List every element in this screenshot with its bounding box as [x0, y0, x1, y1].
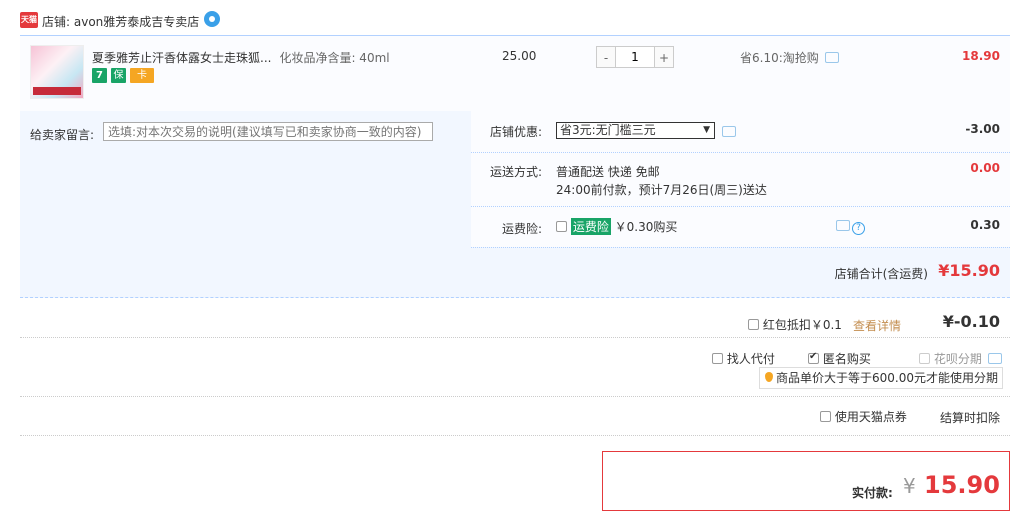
quantity-decrease-button[interactable]: - [596, 46, 616, 68]
seven-day-return-icon: 7 [92, 68, 107, 83]
item-discount-text: 省6.10:淘抢购 [740, 51, 819, 65]
order-options: 给卖家留言: 店铺优惠: 省3元:无门槛三元 ▼ -3.00 运送方式: 普通配… [20, 111, 1010, 298]
huabei-tip: 商品单价大于等于600.00元才能使用分期 [759, 367, 1003, 389]
huabei-label: 花呗分期 [933, 352, 982, 366]
red-packet-amount: ¥-0.10 [942, 312, 1000, 331]
message-icon[interactable] [987, 353, 1002, 364]
insurance-price: ￥0.30购买 [614, 220, 678, 234]
tmall-points-note: 结算时扣除 [940, 411, 1001, 425]
unit-price: 25.00 [502, 49, 537, 63]
red-packet-label: 红包抵扣￥0.1 [762, 318, 842, 332]
divider [471, 152, 1010, 153]
item-discount: 省6.10:淘抢购 [740, 49, 839, 66]
card-payment-icon: 卡 [130, 68, 154, 83]
order-options-right [471, 111, 1010, 247]
anonymous-option: 匿名购买 [808, 350, 871, 367]
help-icon[interactable]: ? [852, 222, 865, 235]
shop-promo-label: 店铺优惠: [489, 125, 542, 139]
product-spec: 化妆品净含量: 40ml [279, 51, 390, 65]
seller-memo-input[interactable] [103, 122, 433, 141]
chevron-down-icon: ▼ [703, 125, 710, 135]
tmall-badge-icon: 天猫 [20, 12, 38, 28]
product-title-area: 夏季雅芳止汗香体露女士走珠狐... 化妆品净含量: 40ml [92, 49, 390, 66]
wangwang-chat-icon[interactable] [204, 11, 220, 27]
shop-promo-amount: -3.00 [965, 122, 1000, 136]
shop-total-amount: ¥15.90 [938, 261, 1000, 280]
product-thumbnail[interactable] [30, 45, 84, 99]
payment-amount: 15.90 [924, 471, 1000, 499]
shop-promo-selected: 省3元:无门槛三元 [560, 123, 656, 137]
insurance-checkbox[interactable] [556, 221, 567, 232]
proxy-pay-checkbox[interactable] [712, 353, 723, 364]
insurance-tag: 运费险 [570, 218, 611, 235]
shop-name-link[interactable]: avon雅芳泰成吉专卖店 [74, 15, 199, 29]
proxy-pay-label: 找人代付 [726, 352, 775, 366]
insurance-option: 运费险 ￥0.30购买 [556, 218, 677, 235]
seller-memo-label: 给卖家留言: [30, 128, 95, 142]
shop-header: 店铺: avon雅芳泰成吉专卖店 [42, 13, 199, 30]
red-packet-option: 红包抵扣￥0.1 [748, 316, 842, 333]
message-icon[interactable] [722, 126, 736, 137]
shipping-amount: 0.00 [970, 161, 1000, 175]
insurance-help: ? [836, 219, 865, 235]
message-icon[interactable] [824, 52, 839, 63]
anonymous-checkbox[interactable] [808, 351, 819, 364]
shop-total-label: 店铺合计(含运费) [834, 267, 928, 281]
order-item-row: 夏季雅芳止汗香体露女士走珠狐... 化妆品净含量: 40ml 7 保 卡 25.0… [20, 35, 1010, 111]
quantity-stepper: - + [596, 46, 674, 68]
divider [20, 337, 1010, 338]
quantity-increase-button[interactable]: + [654, 46, 674, 68]
shop-label: 店铺: [42, 15, 71, 29]
item-subtotal: 18.90 [962, 49, 1000, 63]
divider [471, 247, 1010, 248]
shipping-method: 普通配送 快递 免邮 [556, 165, 660, 179]
huabei-checkbox[interactable] [919, 353, 930, 364]
red-packet-checkbox[interactable] [748, 319, 759, 330]
divider [20, 435, 1010, 436]
tmall-points-label: 使用天猫点券 [834, 410, 907, 424]
product-title-link[interactable]: 夏季雅芳止汗香体露女士走珠狐... [92, 51, 271, 65]
shipping-label: 运送方式: [489, 165, 542, 179]
message-icon[interactable] [836, 220, 850, 231]
tmall-points-checkbox[interactable] [820, 411, 831, 422]
divider [20, 396, 1010, 397]
tmall-points-option: 使用天猫点券 [820, 408, 907, 425]
currency-symbol: ¥ [903, 474, 916, 498]
guarantee-icon: 保 [111, 68, 126, 83]
insurance-label: 运费险: [501, 222, 542, 236]
huabei-option: 花呗分期 [919, 350, 1002, 367]
divider [471, 206, 1010, 207]
proxy-pay-option: 找人代付 [712, 350, 775, 367]
insurance-amount: 0.30 [970, 218, 1000, 232]
red-packet-details-link[interactable]: 查看详情 [853, 317, 901, 334]
shipping-eta: 24:00前付款，预计7月26日(周三)送达 [556, 183, 767, 197]
shop-promo-select[interactable]: 省3元:无门槛三元 ▼ [556, 122, 715, 139]
anonymous-label: 匿名购买 [822, 352, 871, 366]
payment-label: 实付款: [852, 486, 893, 500]
quantity-input[interactable] [616, 46, 654, 68]
